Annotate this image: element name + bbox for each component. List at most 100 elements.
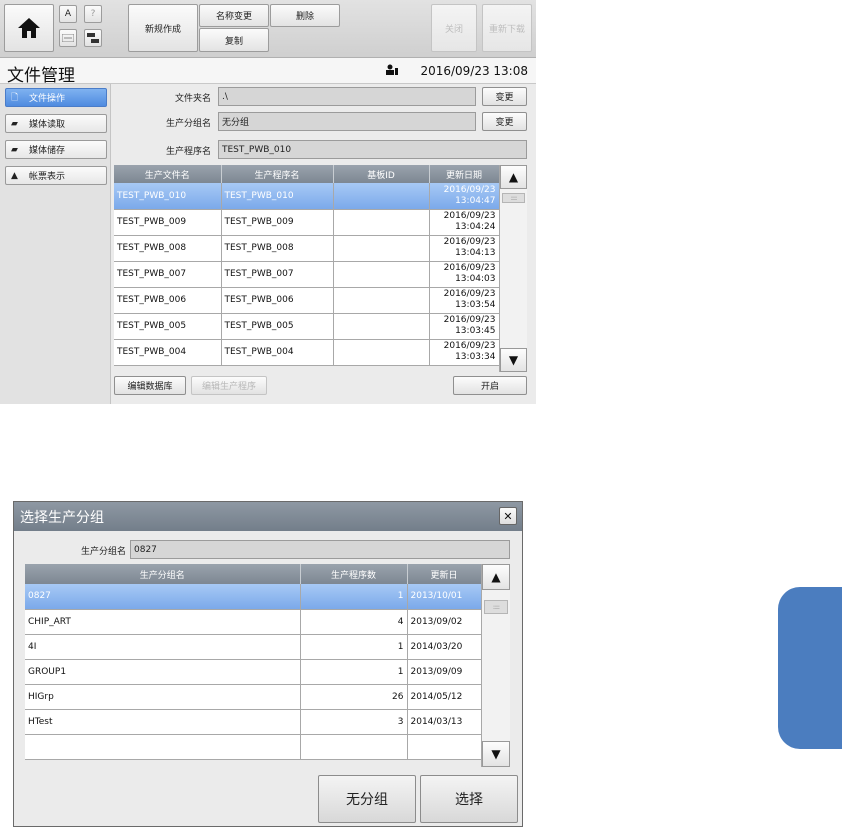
side-tab[interactable] — [778, 587, 842, 749]
sidebar-item-report[interactable]: ▲ 帐票表示 — [5, 166, 107, 185]
scroll-thumb[interactable]: :::::: — [484, 600, 508, 614]
table-cell: TEST_PWB_010 — [221, 183, 334, 210]
table-cell: 2016/09/23 13:03:34 — [429, 339, 500, 366]
table-row[interactable]: GROUP1 1 2013/09/09 — [25, 659, 482, 685]
table-row[interactable]: CHIP_ART 4 2013/09/02 — [25, 609, 482, 635]
folder-field[interactable]: .\ — [218, 87, 476, 106]
table-cell: HTest — [25, 709, 301, 735]
program-label: 生产程序名 — [165, 147, 211, 157]
network-icon[interactable] — [84, 29, 102, 47]
table-cell: TEST_PWB_010 — [114, 183, 222, 210]
table-cell: 4 — [300, 609, 408, 635]
table-cell: TEST_PWB_004 — [221, 339, 334, 366]
table-cell: TEST_PWB_006 — [114, 287, 222, 314]
table-cell: TEST_PWB_004 — [114, 339, 222, 366]
group-field[interactable]: 无分组 — [218, 112, 476, 131]
table-cell: TEST_PWB_008 — [114, 235, 222, 262]
home-icon — [18, 18, 40, 38]
table-cell: TEST_PWB_009 — [114, 209, 222, 236]
table-cell: 1 — [300, 634, 408, 660]
table-cell: 2016/09/23 13:04:47 — [429, 183, 500, 210]
column-header[interactable]: 基板ID — [333, 165, 430, 183]
table-cell: CHIP_ART — [25, 609, 301, 635]
select-button[interactable]: 选择 — [420, 775, 518, 823]
scroll-thumb[interactable]: :::::: — [502, 193, 525, 203]
table-cell: TEST_PWB_007 — [221, 261, 334, 288]
table-row[interactable]: TEST_PWB_008 TEST_PWB_008 2016/09/23 13:04:… — [114, 235, 500, 262]
rename-button[interactable]: 名称变更 — [199, 4, 269, 27]
table-row[interactable] — [25, 734, 482, 760]
group-change-button[interactable]: 变更 — [482, 112, 527, 131]
toolbar: A ? 新规作成 名称变更 删除 复制 关闭 重新下载 — [0, 0, 536, 58]
close-icon[interactable]: ✕ — [499, 507, 517, 525]
table-row[interactable]: TEST_PWB_006 TEST_PWB_006 2016/09/23 13:03:… — [114, 287, 500, 314]
group-table-scrollbar[interactable]: ▲ :::::: ▼ — [481, 564, 510, 767]
folder-change-button[interactable]: 变更 — [482, 87, 527, 106]
table-row[interactable]: TEST_PWB_010 TEST_PWB_010 2016/09/23 13:04:… — [114, 183, 500, 210]
keyboard-glyph — [62, 34, 74, 42]
file-icon: 🗋 — [11, 92, 19, 103]
table-cell: TEST_PWB_008 — [221, 235, 334, 262]
open-button[interactable]: 开启 — [453, 376, 527, 395]
time-text: 13:03:34 — [455, 352, 496, 362]
table-cell: 1 — [300, 659, 408, 685]
table-row[interactable]: TEST_PWB_005 TEST_PWB_005 2016/09/23 13:03:… — [114, 313, 500, 340]
dialog-group-label: 生产分组名 — [80, 547, 126, 557]
dialog-title-bar: 选择生产分组 — [14, 502, 522, 531]
table-cell: TEST_PWB_005 — [114, 313, 222, 340]
column-header[interactable]: 生产文件名 — [114, 165, 222, 183]
delete-button[interactable]: 删除 — [270, 4, 340, 27]
date-text: 2016/09/23 — [443, 237, 496, 247]
scroll-down-icon[interactable]: ▼ — [482, 741, 510, 767]
table-cell: HIGrp — [25, 684, 301, 710]
file-table-scrollbar[interactable]: ▲ :::::: ▼ — [499, 165, 527, 372]
program-field[interactable]: TEST_PWB_010 — [218, 140, 527, 159]
new-create-button[interactable]: 新规作成 — [128, 4, 198, 52]
copy-button[interactable]: 复制 — [199, 28, 269, 52]
table-cell — [333, 261, 430, 288]
table-row[interactable]: TEST_PWB_009 TEST_PWB_009 2016/09/23 13:04:… — [114, 209, 500, 236]
date-text: 2016/09/23 — [443, 315, 496, 325]
reload-button[interactable]: 重新下载 — [482, 4, 532, 52]
select-group-dialog: 选择生产分组 ✕ 生产分组名 0827 生产分组名 生产程序数 更新日 0827… — [13, 501, 523, 827]
help-icon-glyph: ? — [90, 9, 96, 19]
table-row[interactable]: TEST_PWB_007 TEST_PWB_007 2016/09/23 13:04:… — [114, 261, 500, 288]
scroll-down-icon[interactable]: ▼ — [500, 348, 527, 372]
column-header[interactable]: 生产分组名 — [25, 564, 301, 584]
table-row[interactable]: HIGrp 26 2014/05/12 — [25, 684, 482, 710]
table-row[interactable]: TEST_PWB_004 TEST_PWB_004 2016/09/23 13:03:… — [114, 339, 500, 366]
media-read-icon: ▰ — [11, 118, 18, 129]
sidebar-item-media-save[interactable]: ▰ 媒体储存 — [5, 140, 107, 159]
close-button[interactable]: 关闭 — [431, 4, 477, 52]
dialog-group-field[interactable]: 0827 — [130, 540, 510, 559]
help-icon[interactable]: ? — [84, 5, 102, 23]
table-row[interactable]: 4I 1 2014/03/20 — [25, 634, 482, 660]
table-cell: 1 — [300, 584, 408, 610]
home-button[interactable] — [4, 4, 54, 52]
column-header[interactable]: 生产程序数 — [300, 564, 408, 584]
report-icon: ▲ — [11, 170, 18, 181]
table-cell — [333, 209, 430, 236]
no-group-button[interactable]: 无分组 — [318, 775, 416, 823]
scroll-up-icon[interactable]: ▲ — [500, 165, 527, 189]
table-cell — [25, 734, 301, 760]
table-cell: 2016/09/23 13:03:45 — [429, 313, 500, 340]
sidebar-item-file-ops[interactable]: 🗋 文件操作 — [5, 88, 107, 107]
keyboard-icon[interactable] — [59, 29, 77, 47]
document-icon[interactable]: A — [59, 5, 77, 23]
sidebar: 🗋 文件操作 ▰ 媒体读取 ▰ 媒体储存 ▲ 帐票表示 — [0, 84, 111, 404]
edit-program-button[interactable]: 编辑生产程序 — [191, 376, 267, 395]
column-header[interactable]: 生产程序名 — [221, 165, 334, 183]
edit-database-button[interactable]: 编辑数据库 — [114, 376, 186, 395]
time-text: 13:04:03 — [455, 274, 496, 284]
scroll-up-icon[interactable]: ▲ — [482, 564, 510, 590]
column-header[interactable]: 更新日 — [407, 564, 482, 584]
table-cell: 2014/03/20 — [407, 634, 482, 660]
sidebar-item-media-read[interactable]: ▰ 媒体读取 — [5, 114, 107, 133]
column-header[interactable]: 更新日期 — [429, 165, 500, 183]
table-cell — [333, 287, 430, 314]
datetime: 2016/09/23 13:08 — [420, 64, 528, 78]
file-table: 生产文件名 生产程序名 基板ID 更新日期 TEST_PWB_010 TEST_P… — [114, 165, 500, 366]
table-row[interactable]: 0827 1 2013/10/01 — [25, 584, 482, 610]
table-row[interactable]: HTest 3 2014/03/13 — [25, 709, 482, 735]
